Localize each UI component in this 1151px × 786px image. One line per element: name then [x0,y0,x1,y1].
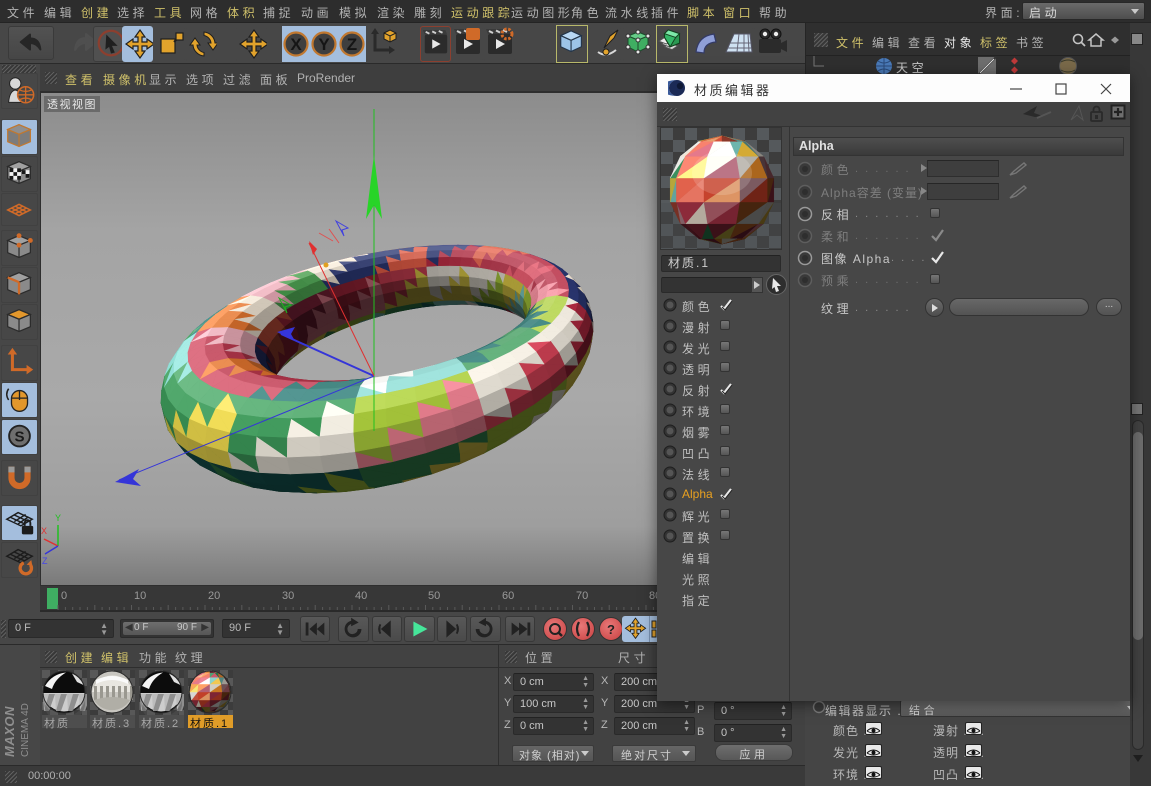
svg-text:X: X [290,35,302,54]
svg-text:X: X [41,526,47,536]
svg-text:40: 40 [355,590,367,602]
svg-text:Z: Z [42,556,48,566]
svg-text:Z: Z [347,35,357,54]
svg-text:60: 60 [502,590,514,602]
svg-text:10: 10 [134,590,146,602]
svg-text:0: 0 [61,590,67,602]
svg-text:S: S [14,429,24,446]
svg-text:Y: Y [318,35,330,54]
svg-text:70: 70 [576,590,588,602]
svg-text:Y: Y [55,513,61,523]
svg-text:50: 50 [428,590,440,602]
svg-text:20: 20 [208,590,220,602]
svg-text:?: ? [607,622,615,637]
svg-text:30: 30 [282,590,294,602]
